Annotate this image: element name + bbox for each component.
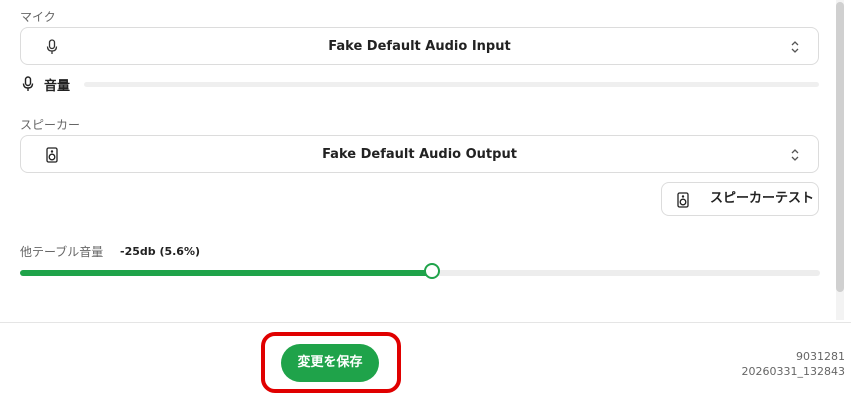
speaker-select-value: Fake Default Audio Output [322,147,517,162]
save-button[interactable]: 変更を保存 [281,344,379,382]
chevron-updown-icon [791,149,799,161]
speaker-label: スピーカー [20,118,81,132]
speaker-select[interactable]: Fake Default Audio Output [20,135,819,173]
mic-select-value: Fake Default Audio Input [328,39,511,54]
input-level-label: 音量 [44,79,71,94]
mic-select[interactable]: Fake Default Audio Input [20,27,819,65]
microphone-icon [22,76,34,91]
chevron-updown-icon [791,41,799,53]
input-level-track [84,82,819,87]
footer-divider [0,322,851,323]
speaker-test-button[interactable]: スピーカーテスト [661,182,819,216]
build-info: 9031281 20260331_132843 [742,349,845,379]
speaker-test-label: スピーカーテスト [710,191,815,206]
scrollbar[interactable] [836,0,844,320]
scrollbar-thumb[interactable] [836,2,844,292]
input-level-meter: 音量 [20,74,819,94]
other-volume-value: -25db (5.6%) [120,245,201,258]
build-number: 9031281 [796,350,845,363]
slider-thumb[interactable] [424,263,440,279]
other-volume-slider[interactable] [20,263,820,279]
other-volume-label: 他テーブル音量 [20,245,104,259]
slider-fill [20,270,432,276]
speaker-icon [677,192,689,208]
build-timestamp: 20260331_132843 [741,365,845,378]
mic-label: マイク [20,10,56,24]
